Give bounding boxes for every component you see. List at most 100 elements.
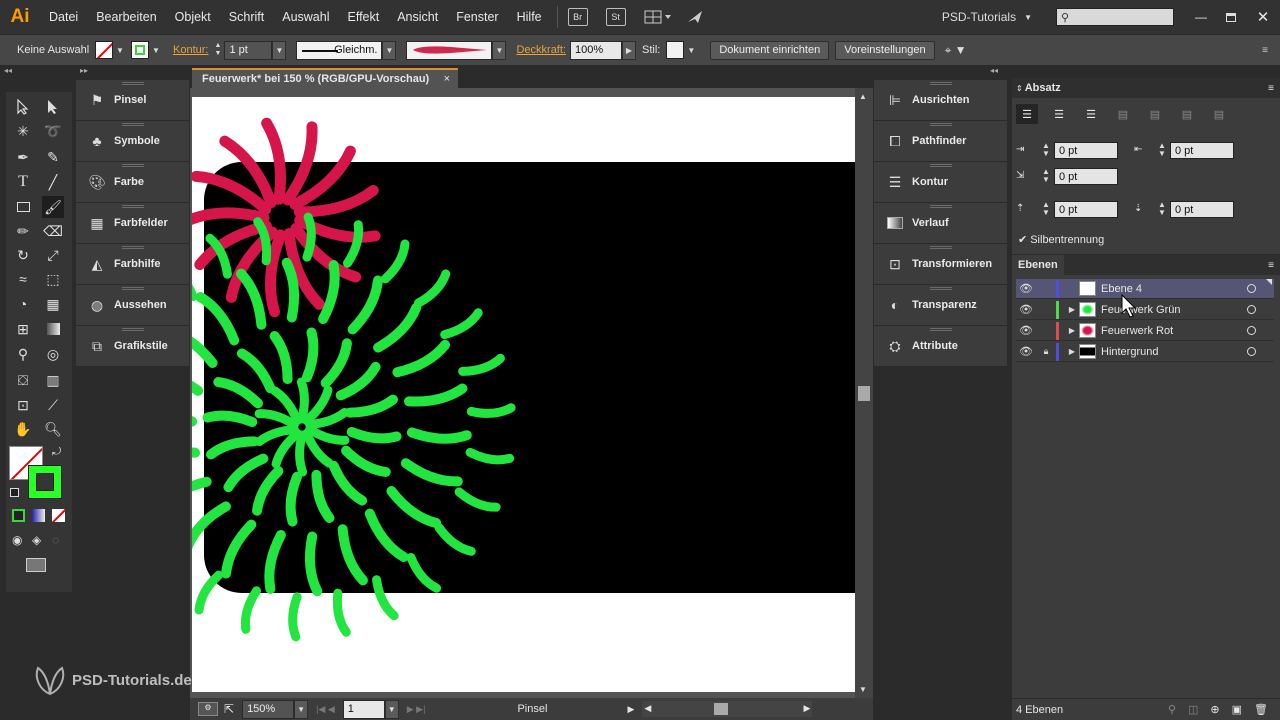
artboard-tool-icon[interactable]: ⊡ bbox=[12, 394, 34, 416]
hyphenation-checkbox[interactable]: ✔ Silbentrennung bbox=[1018, 233, 1104, 247]
export-icon[interactable]: ⇱ bbox=[224, 702, 234, 716]
expand-triangle-icon[interactable]: ▶ bbox=[1065, 326, 1079, 335]
justify-center-icon[interactable]: ▤ bbox=[1144, 104, 1166, 124]
horizontal-scroll-thumb[interactable] bbox=[714, 703, 729, 715]
scroll-up-icon[interactable]: ▲ bbox=[859, 92, 867, 101]
justify-all-icon[interactable]: ▤ bbox=[1208, 104, 1230, 124]
menu-hilfe[interactable]: Hilfe bbox=[508, 0, 551, 34]
workspace-switcher[interactable]: PSD-Tutorials ▼ bbox=[942, 10, 1032, 24]
justify-right-icon[interactable]: ▤ bbox=[1176, 104, 1198, 124]
scroll-left-icon[interactable]: ◀ bbox=[644, 703, 651, 714]
locate-object-icon[interactable]: ⚲ bbox=[1168, 703, 1176, 716]
zoom-tool-icon[interactable]: 🔍︎ bbox=[42, 418, 64, 440]
preferences-button[interactable]: Voreinstellungen bbox=[835, 40, 935, 60]
magic-wand-tool-icon[interactable]: ✳ bbox=[12, 120, 34, 142]
draw-behind-icon[interactable]: ◈ bbox=[32, 533, 41, 547]
minimize-button[interactable]: — bbox=[1186, 10, 1216, 24]
align-left-icon[interactable]: ☰ bbox=[1016, 104, 1038, 124]
perspective-grid-tool-icon[interactable]: ▦ bbox=[42, 293, 64, 315]
graph-tool-icon[interactable]: ▥ bbox=[42, 369, 64, 391]
curvature-tool-icon[interactable]: ✎ bbox=[42, 146, 64, 168]
horizontal-scrollbar[interactable]: ◀ ▶ bbox=[642, 701, 813, 717]
align-right-icon[interactable]: ☰ bbox=[1080, 104, 1102, 124]
stroke-dropdown[interactable]: ▼ bbox=[149, 41, 163, 60]
absatz-header[interactable]: ⇕ Absatz ≡ bbox=[1012, 78, 1280, 98]
space-before-field[interactable]: 0 pt bbox=[1054, 201, 1118, 218]
dock-item-farbe[interactable]: 🎨︎ Farbe bbox=[76, 162, 189, 203]
free-transform-tool-icon[interactable]: ⬚ bbox=[42, 268, 64, 290]
space-after-stepper[interactable]: ▲ ▼ bbox=[1156, 201, 1168, 218]
opacity-field[interactable]: 100% bbox=[569, 40, 622, 60]
style-dropdown[interactable]: ▼ bbox=[684, 41, 698, 60]
brush-dropdown[interactable]: ▼ bbox=[492, 40, 507, 60]
tools-collapse-icon[interactable]: ◂◂ bbox=[0, 66, 76, 77]
hand-tool-icon[interactable]: ✋ bbox=[12, 418, 34, 440]
selection-tool-icon[interactable] bbox=[12, 96, 34, 118]
stroke-stepper[interactable]: ▲ ▼ bbox=[214, 42, 224, 58]
dock-item-grafikstile[interactable]: ⧉ Grafikstile bbox=[76, 326, 189, 367]
dock-item-symbole[interactable]: ♣ Symbole bbox=[76, 121, 189, 162]
dock-item-transparenz[interactable]: ◐ Transparenz bbox=[874, 285, 1007, 326]
dock-item-aussehen[interactable]: ◍ Aussehen bbox=[76, 285, 189, 326]
stroke-label[interactable]: Kontur: bbox=[173, 44, 208, 56]
layer-row-hintergrund[interactable]: 👁︎ 🔒︎ ▶ Hintergrund bbox=[1016, 342, 1274, 362]
last-artboard-icon[interactable]: ▶ ▶| bbox=[407, 704, 426, 715]
space-before-stepper[interactable]: ▲ ▼ bbox=[1040, 201, 1052, 218]
bridge-icon[interactable]: Br bbox=[567, 8, 588, 26]
rectangle-tool-icon[interactable] bbox=[12, 196, 34, 218]
fill-swatch[interactable] bbox=[95, 41, 113, 59]
lock-icon[interactable]: 🔒︎ bbox=[1036, 346, 1056, 357]
opacity-label[interactable]: Deckkraft: bbox=[516, 44, 566, 56]
dock-item-farbfelder[interactable]: ▦ Farbfelder bbox=[76, 203, 189, 244]
clipping-mask-icon[interactable]: ◫ bbox=[1188, 703, 1198, 716]
default-colors-icon[interactable] bbox=[10, 488, 19, 497]
artboard-dropdown[interactable]: ▼ bbox=[384, 699, 399, 719]
menu-auswahl[interactable]: Auswahl bbox=[273, 0, 338, 34]
line-tool-icon[interactable]: ╱ bbox=[42, 171, 64, 193]
menu-effekt[interactable]: Effekt bbox=[338, 0, 388, 34]
target-circle-icon[interactable] bbox=[1247, 326, 1256, 335]
visibility-eye-icon[interactable]: 👁︎ bbox=[1016, 282, 1036, 295]
swap-colors-icon[interactable]: ⤾ bbox=[52, 446, 61, 459]
maximize-button[interactable] bbox=[1216, 12, 1246, 22]
close-tab-icon[interactable]: × bbox=[444, 73, 450, 85]
visibility-eye-icon[interactable]: 👁︎ bbox=[1016, 345, 1036, 358]
new-layer-icon[interactable]: ▣ bbox=[1232, 703, 1242, 716]
menu-fenster[interactable]: Fenster bbox=[447, 0, 507, 34]
blend-tool-icon[interactable]: ◎ bbox=[42, 343, 64, 365]
mesh-tool-icon[interactable]: ⊞ bbox=[12, 318, 34, 340]
stroke-swatch[interactable] bbox=[131, 41, 149, 59]
draw-inside-icon[interactable]: ◌ bbox=[52, 533, 59, 547]
target-circle-icon[interactable] bbox=[1247, 347, 1256, 356]
scroll-down-icon[interactable]: ▼ bbox=[859, 685, 867, 694]
lasso-tool-icon[interactable]: ➰ bbox=[42, 120, 64, 142]
pencil-tool-icon[interactable]: ✏ bbox=[12, 220, 34, 242]
menu-datei[interactable]: Datei bbox=[40, 0, 87, 34]
dock-item-kontur[interactable]: ☰ Kontur bbox=[874, 162, 1007, 203]
document-setup-button[interactable]: Dokument einrichten bbox=[710, 40, 830, 60]
status-menu-arrow[interactable]: ▶ bbox=[627, 704, 634, 715]
color-mode-icon[interactable] bbox=[12, 509, 25, 522]
layer-name[interactable]: Hintergrund bbox=[1101, 346, 1158, 358]
width-tool-icon[interactable]: ≈ bbox=[12, 268, 34, 290]
stroke-style-field[interactable]: Gleichm. bbox=[296, 40, 383, 60]
indent-left-field[interactable]: 0 pt bbox=[1054, 142, 1118, 159]
isolation-icon[interactable]: ⌖ ▼ bbox=[945, 43, 967, 58]
indent-right-stepper[interactable]: ▲ ▼ bbox=[1156, 142, 1168, 159]
space-after-field[interactable]: 0 pt bbox=[1170, 201, 1234, 218]
fill-dropdown[interactable]: ▼ bbox=[113, 41, 127, 60]
dock-item-ausrichten[interactable]: ⊫ Ausrichten bbox=[874, 80, 1007, 121]
dock-item-pinsel[interactable]: ⚑ Pinsel bbox=[76, 80, 189, 121]
delete-layer-icon[interactable]: 🗑︎ bbox=[1254, 703, 1268, 716]
target-circle-icon[interactable] bbox=[1247, 284, 1256, 293]
dock-item-pathfinder[interactable]: ⧠ Pathfinder bbox=[874, 121, 1007, 162]
dock-item-farbhilfe[interactable]: ◭ Farbhilfe bbox=[76, 244, 189, 285]
align-center-icon[interactable]: ☰ bbox=[1048, 104, 1070, 124]
direct-selection-tool-icon[interactable] bbox=[42, 96, 64, 118]
gradient-tool-icon[interactable] bbox=[42, 318, 64, 340]
layer-name[interactable]: Feuerwerk Rot bbox=[1101, 325, 1173, 337]
arrange-documents-icon[interactable] bbox=[644, 8, 672, 26]
visibility-eye-icon[interactable]: 👁︎ bbox=[1016, 324, 1036, 337]
eyedropper-tool-icon[interactable]: ⚲ bbox=[12, 343, 34, 365]
stroke-color-box[interactable] bbox=[28, 465, 62, 499]
